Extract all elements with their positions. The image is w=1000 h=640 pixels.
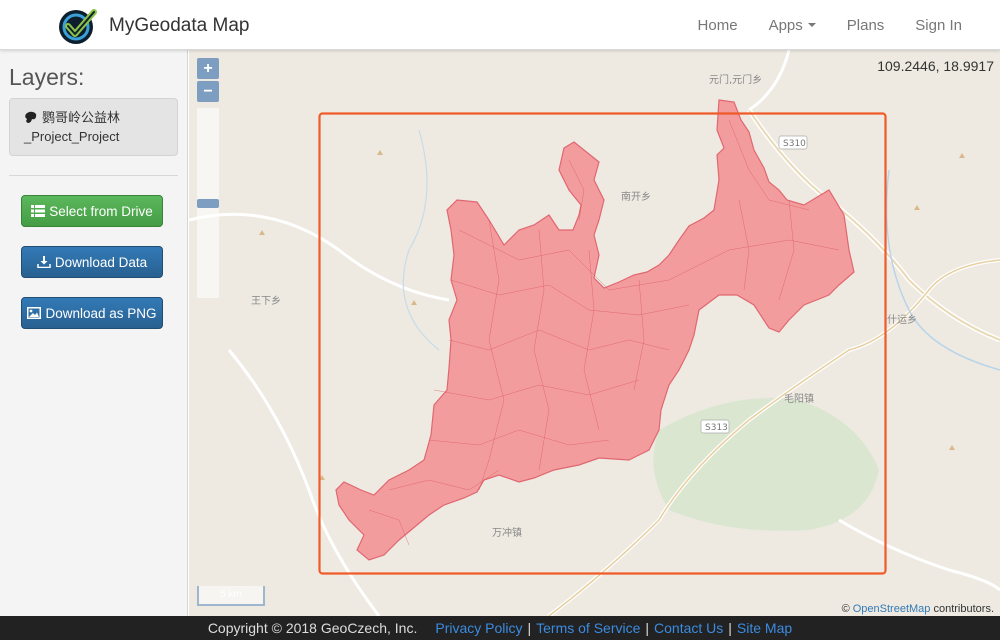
map-label-nankai: 南开乡 [621,190,651,203]
footer: Copyright © 2018 GeoCzech, Inc. Privacy … [0,616,1000,640]
list-icon [31,205,46,217]
peak-icon [914,205,920,210]
map-label-yuanmen: 元门,元门乡 [709,73,762,86]
map-label-s310: S310 [783,139,806,149]
footer-sitemap-link[interactable]: Site Map [737,620,792,636]
map-canvas[interactable]: 元门,元门乡 南开乡 王下乡 毛阳镇 万冲镇 什运乡 S310 S313 [189,50,1000,616]
map-label-s313: S313 [705,423,728,433]
download-png-label: Download as PNG [45,305,157,321]
image-icon [27,307,42,319]
nav-home[interactable]: Home [698,17,738,34]
layer-name: 鹦哥岭公益林_Project_Project [24,110,121,144]
footer-privacy-link[interactable]: Privacy Policy [435,620,522,636]
river [402,129,440,351]
map-label-wanchong: 万冲镇 [492,526,522,539]
green-area [653,398,879,531]
footer-copyright: Copyright © 2018 GeoCzech, Inc. [207,620,418,636]
road [227,349,381,616]
download-data-label: Download Data [54,254,148,270]
brand[interactable]: MyGeodata Map [56,6,249,46]
map-label-wangxia: 王下乡 [251,295,281,307]
nav-signin[interactable]: Sign In [915,17,962,34]
nav-apps-label: Apps [768,16,803,34]
map-view[interactable]: 元门,元门乡 南开乡 王下乡 毛阳镇 万冲镇 什运乡 S310 S313 + −… [189,50,1000,616]
nav-apps[interactable]: Apps [769,17,816,34]
layer-item[interactable]: 鹦哥岭公益林_Project_Project [9,98,178,156]
footer-separator: | [527,620,532,636]
peak-icon [377,150,383,155]
download-png-button[interactable]: Download as PNG [21,297,163,329]
select-from-drive-button[interactable]: Select from Drive [21,195,163,227]
nav-plans[interactable]: Plans [847,17,885,34]
road [838,518,1000,592]
footer-separator: | [728,620,732,636]
top-navbar: MyGeodata Map Home Apps Plans Sign In [0,0,1000,50]
caret-down-icon [807,23,816,27]
map-label-shiyun: 什运乡 [887,314,917,326]
attribution-suffix: contributors. [933,603,994,615]
footer-separator: | [645,620,650,636]
peak-icon [959,153,965,158]
map-label-maoyang: 毛阳镇 [784,392,814,405]
logo-checkmark-icon [59,9,97,44]
zoom-slider-handle[interactable] [197,199,219,208]
peak-icon [949,445,955,450]
zoom-in-button[interactable]: + [197,58,219,79]
footer-contact-link[interactable]: Contact Us [654,620,723,636]
layer-shape-icon [25,111,37,123]
peak-icon [259,230,265,235]
select-from-drive-label: Select from Drive [49,203,153,219]
sidebar: Layers: 鹦哥岭公益林_Project_Project Select fr… [0,50,188,616]
zoom-out-button[interactable]: − [197,81,219,102]
footer-terms-link[interactable]: Terms of Service [536,620,640,636]
sidebar-divider [9,175,178,176]
main-nav: Home Apps Plans Sign In [667,0,962,50]
download-icon [37,256,51,268]
attribution-osm-link[interactable]: OpenStreetMap [853,603,931,615]
mouse-coordinates: 109.2446, 18.9917 [877,58,994,74]
attribution-prefix: © [841,603,850,615]
brand-name: MyGeodata Map [109,15,250,36]
layers-title: Layers: [9,64,85,90]
map-attribution: © OpenStreetMap contributors. [842,603,994,615]
download-data-button[interactable]: Download Data [21,246,163,278]
scale-bar: 5 km [197,586,265,606]
peak-icon [411,300,417,305]
